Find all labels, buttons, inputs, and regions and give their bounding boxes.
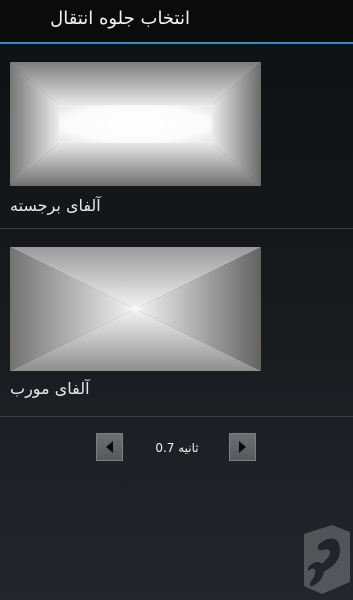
embossed-alpha-preview-svg [10,62,261,186]
transition-item-diagonal-alpha[interactable]: آلفای مورب [0,229,353,417]
page-title: انتخاب جلوه انتقال [50,8,190,29]
diagonal-alpha-preview-svg [10,247,261,371]
transition-label-embossed-alpha: آلفای برجسته [10,196,101,215]
duration-readout: 0.7 ثانیه [155,441,199,455]
previous-duration-button[interactable] [96,433,123,461]
transition-list: آلفای برجسته آلفای مورب [0,44,353,417]
duration-controls: 0.7 ثانیه [0,430,353,466]
embossed-alpha-preview-image[interactable] [10,62,261,186]
bazaar-logo-icon [304,525,350,594]
action-bar: انتخاب جلوه انتقال [0,0,353,42]
transition-selection-screen: انتخاب جلوه انتقال آلفای برجسته آلفای مو… [0,0,353,600]
triangle-left-icon [106,441,113,453]
diagonal-alpha-preview-image[interactable] [10,247,261,371]
next-duration-button[interactable] [229,433,256,461]
transition-label-diagonal-alpha: آلفای مورب [10,379,90,398]
triangle-right-icon [239,441,246,453]
transition-item-embossed-alpha[interactable]: آلفای برجسته [0,44,353,229]
